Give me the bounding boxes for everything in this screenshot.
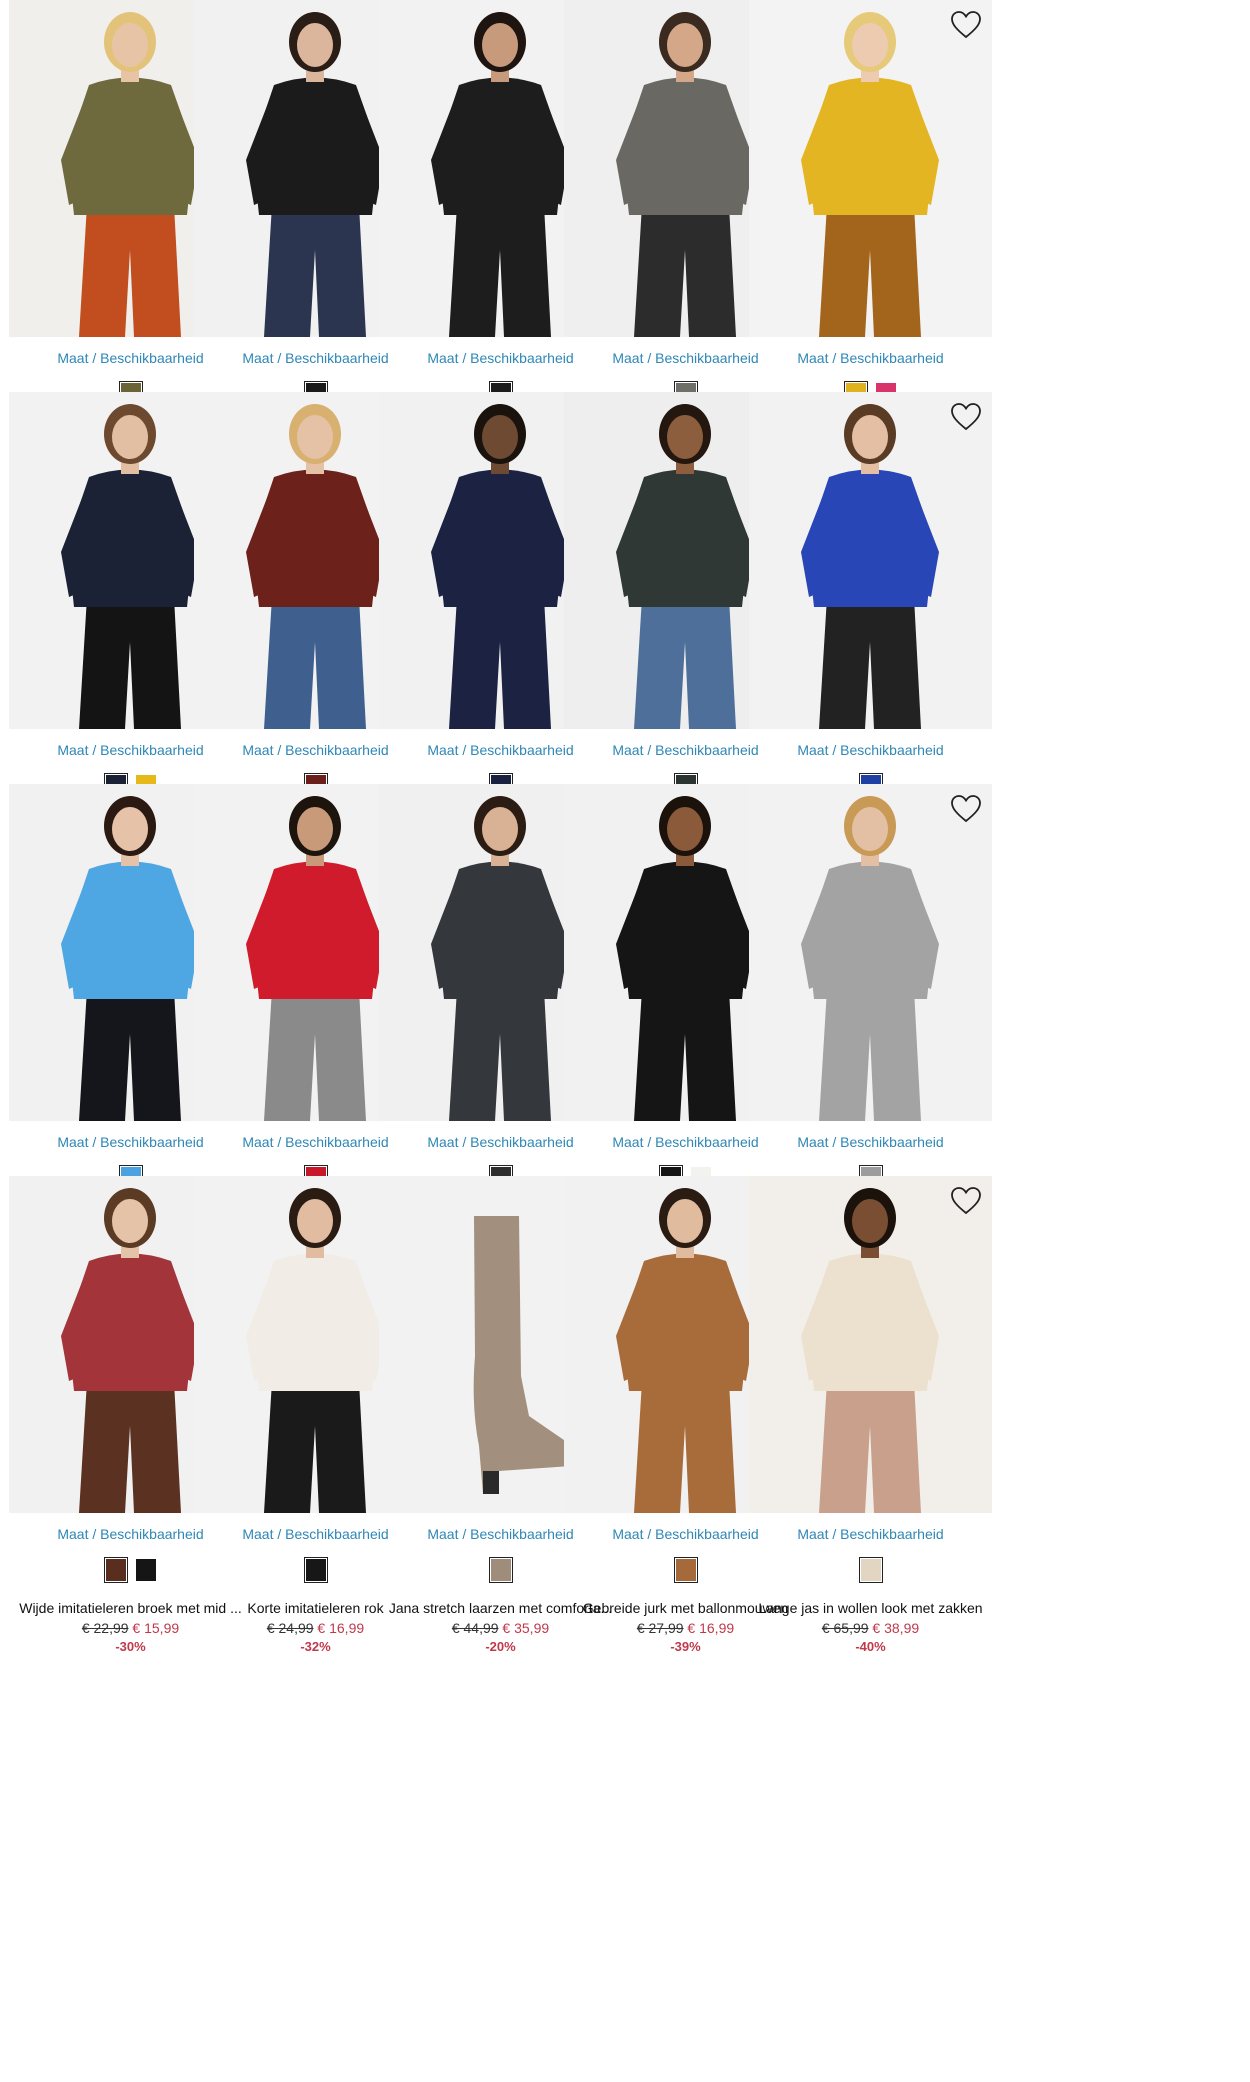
- sale-price: € 16,99: [683, 1620, 735, 1636]
- swatch-chip: [675, 1559, 696, 1581]
- heart-outline-icon[interactable]: [950, 10, 982, 40]
- swatch-chip: [490, 1559, 511, 1581]
- color-swatch[interactable]: [303, 1557, 328, 1583]
- product-card[interactable]: Maat / Beschikbaarheid Lange jas in wolle…: [749, 1176, 992, 1676]
- size-availability-link[interactable]: Maat / Beschikbaarheid: [749, 1134, 992, 1150]
- product-image[interactable]: [749, 392, 992, 729]
- discount-percentage: -40%: [855, 1639, 886, 1654]
- size-availability-link[interactable]: Maat / Beschikbaarheid: [749, 350, 992, 366]
- product-image[interactable]: [749, 0, 992, 337]
- product-image[interactable]: [749, 784, 992, 1121]
- size-availability-link[interactable]: Maat / Beschikbaarheid: [749, 742, 992, 758]
- heart-outline-icon[interactable]: [950, 794, 982, 824]
- product-title[interactable]: Lange jas in wollen look met zakken: [749, 1599, 992, 1618]
- product-info: Lange jas in wollen look met zakken € 65,…: [749, 1599, 992, 1656]
- color-swatch[interactable]: [673, 1557, 698, 1583]
- old-price: € 44,99: [451, 1620, 499, 1636]
- color-swatch[interactable]: [488, 1557, 513, 1583]
- sale-price: € 38,99: [868, 1620, 920, 1636]
- color-swatches: [749, 1557, 992, 1583]
- price-row: € 65,99 € 38,99: [749, 1618, 992, 1638]
- product-image[interactable]: [749, 1176, 992, 1513]
- size-availability-link[interactable]: Maat / Beschikbaarheid: [749, 1526, 992, 1542]
- old-price: € 24,99: [266, 1620, 314, 1636]
- sale-price: € 16,99: [313, 1620, 365, 1636]
- old-price: € 65,99: [821, 1620, 869, 1636]
- heart-outline-icon[interactable]: [950, 402, 982, 432]
- product-grid: Maat / BeschikbaarheidSweatvest met tedd…: [0, 0, 1250, 2082]
- swatch-chip: [305, 1559, 326, 1581]
- sale-price: € 15,99: [128, 1620, 180, 1636]
- color-swatch[interactable]: [103, 1557, 128, 1583]
- swatch-chip: [860, 1559, 881, 1581]
- old-price: € 22,99: [81, 1620, 129, 1636]
- color-swatch[interactable]: [858, 1557, 883, 1583]
- old-price: € 27,99: [636, 1620, 684, 1636]
- sale-price: € 35,99: [498, 1620, 550, 1636]
- swatch-chip: [105, 1559, 126, 1581]
- swatch-chip: [135, 1559, 156, 1581]
- heart-outline-icon[interactable]: [950, 1186, 982, 1216]
- color-swatch[interactable]: [133, 1557, 158, 1583]
